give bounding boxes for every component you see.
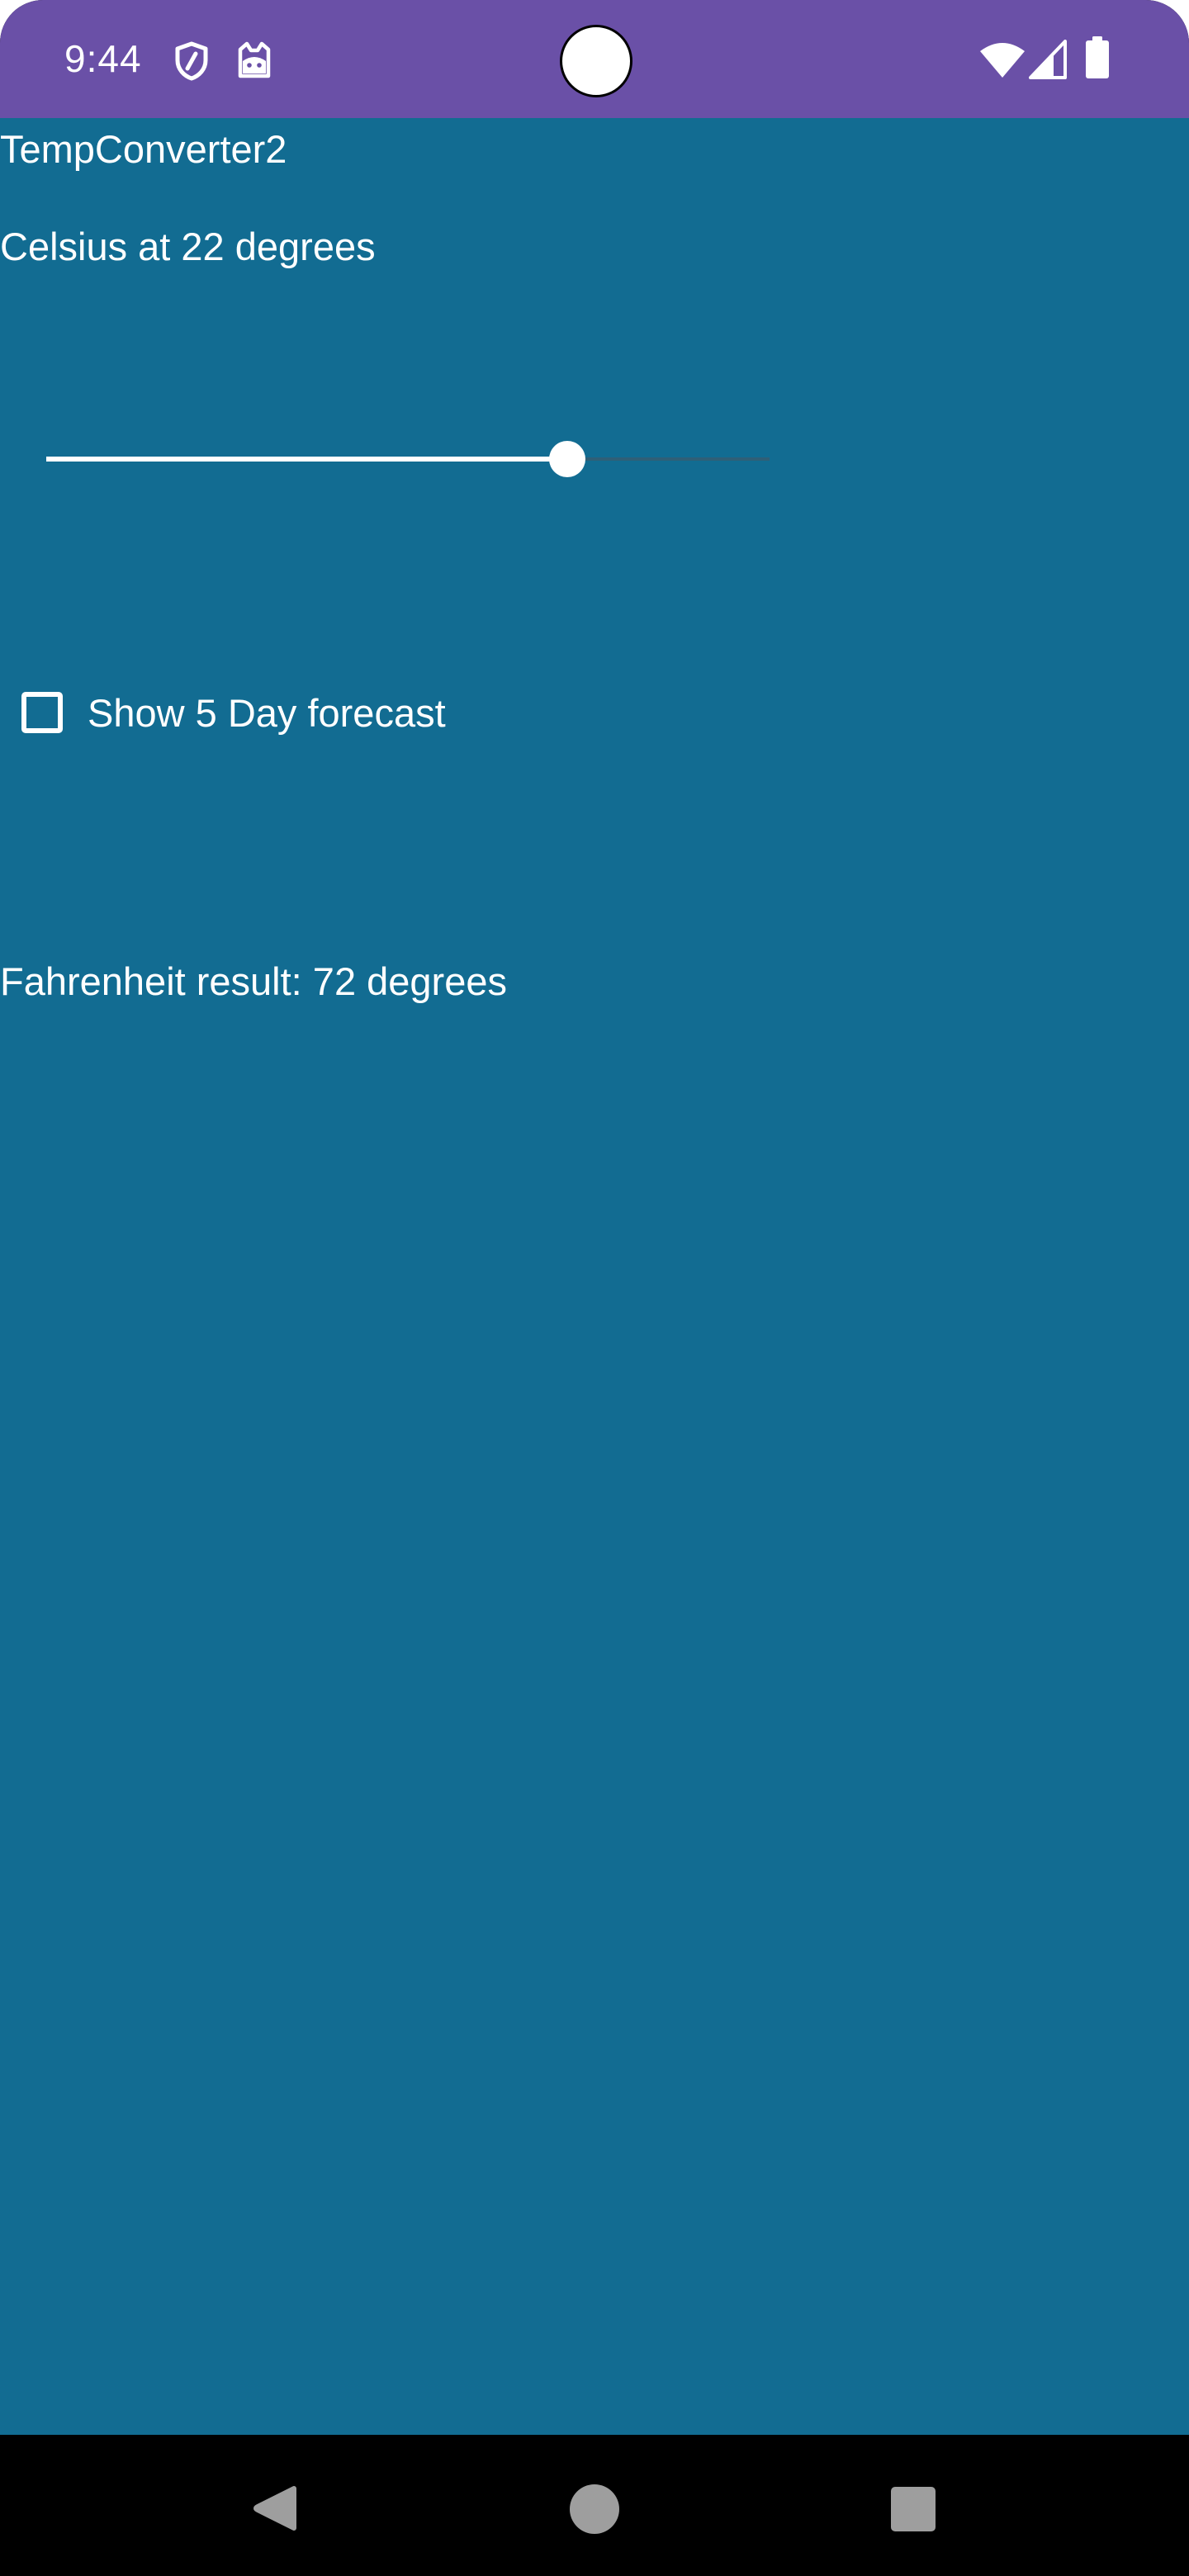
forecast-checkbox-label[interactable]: Show 5 Day forecast bbox=[88, 690, 446, 736]
shield-icon bbox=[175, 41, 208, 81]
navigation-bar bbox=[0, 2435, 1189, 2576]
status-bar: 9:44 bbox=[0, 0, 1189, 118]
battery-icon bbox=[1086, 36, 1109, 78]
forecast-checkbox[interactable] bbox=[21, 692, 63, 733]
cat-face-icon bbox=[238, 41, 271, 78]
app-title: TempConverter2 bbox=[0, 127, 287, 171]
celsius-slider[interactable] bbox=[46, 435, 770, 485]
forecast-checkbox-row[interactable]: Show 5 Day forecast bbox=[18, 680, 446, 746]
back-icon[interactable] bbox=[251, 2484, 299, 2532]
camera-cutout bbox=[560, 25, 632, 97]
home-icon[interactable] bbox=[569, 2484, 620, 2535]
wifi-icon bbox=[980, 43, 1025, 78]
slider-thumb[interactable] bbox=[548, 441, 585, 477]
fahrenheit-result: Fahrenheit result: 72 degrees bbox=[0, 959, 507, 1003]
celsius-label: Celsius at 22 degrees bbox=[0, 225, 376, 268]
slider-active-track bbox=[46, 457, 567, 462]
status-time: 9:44 bbox=[64, 37, 142, 80]
phone-screen: 9:44 TempConverter2 Celsius at 22 degree… bbox=[0, 0, 1189, 2576]
app-content: TempConverter2 Celsius at 22 degrees Sho… bbox=[0, 118, 1189, 2435]
cellular-signal-icon bbox=[1029, 40, 1067, 79]
recents-icon[interactable] bbox=[890, 2486, 936, 2532]
